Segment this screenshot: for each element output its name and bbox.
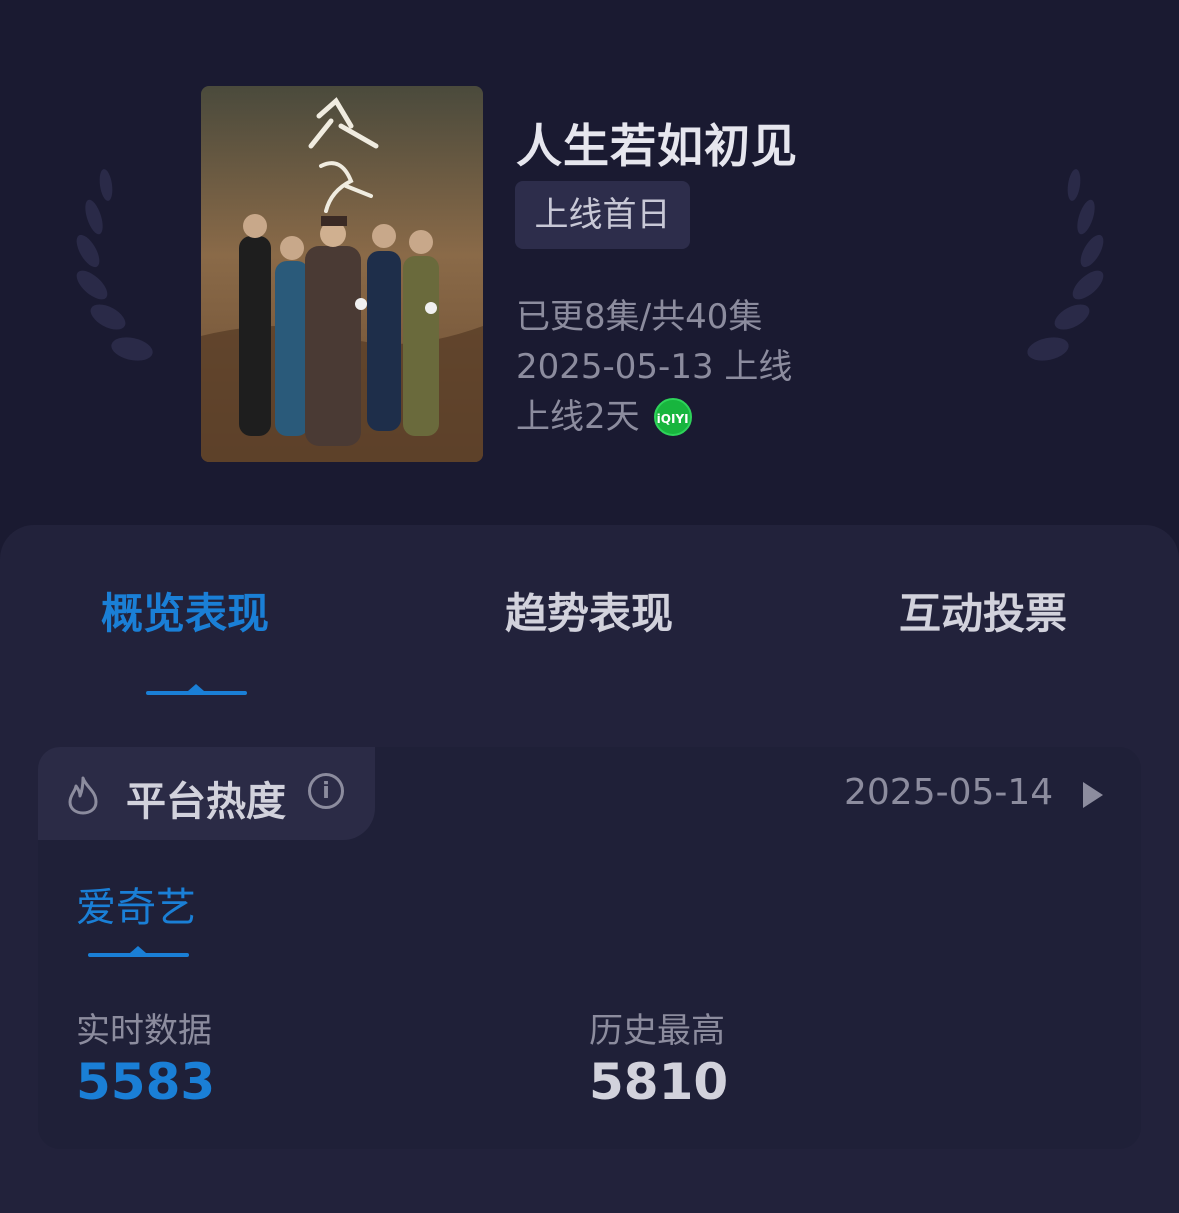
heat-card-title: 平台热度	[126, 779, 286, 825]
days-online: 上线2天	[516, 397, 640, 437]
heat-card: 平台热度 i 2025-05-14 爱奇艺 实时数据 5583 历史最高 581…	[38, 747, 1141, 1149]
days-online-row: 上线2天 iQIYI	[516, 389, 692, 438]
peak-value: 5810	[589, 1053, 729, 1111]
heat-date: 2025-05-14	[844, 772, 1054, 813]
release-date: 2025-05-13 上线	[516, 347, 793, 387]
status-badge: 上线首日	[515, 181, 690, 249]
peak-label: 历史最高	[589, 1011, 725, 1051]
info-icon[interactable]: i	[308, 773, 344, 809]
realtime-value: 5583	[76, 1053, 216, 1111]
laurel-left-icon	[76, 169, 153, 361]
episode-count: 已更8集/共40集	[516, 297, 763, 337]
content-panel: 概览表现 趋势表现 互动投票 平台热度 i 2025-05-14 爱奇艺 实时数…	[0, 525, 1179, 1213]
flame-icon	[68, 776, 98, 815]
platform-active-indicator	[88, 946, 189, 957]
heat-card-header: 平台热度 i	[38, 747, 375, 840]
tab-overview[interactable]: 概览表现	[101, 580, 269, 641]
show-title: 人生若如初见	[516, 119, 798, 173]
platform-tab-iqiyi[interactable]: 爱奇艺	[76, 875, 196, 933]
iqiyi-logo-icon: iQIYI	[653, 398, 692, 436]
play-triangle-icon[interactable]	[1083, 782, 1103, 808]
show-poster[interactable]	[201, 86, 483, 462]
tab-vote[interactable]: 互动投票	[899, 580, 1067, 641]
tab-trend[interactable]: 趋势表现	[505, 580, 673, 641]
laurel-right-icon	[1027, 169, 1104, 361]
realtime-label: 实时数据	[76, 1011, 212, 1051]
tab-active-indicator	[146, 684, 247, 695]
